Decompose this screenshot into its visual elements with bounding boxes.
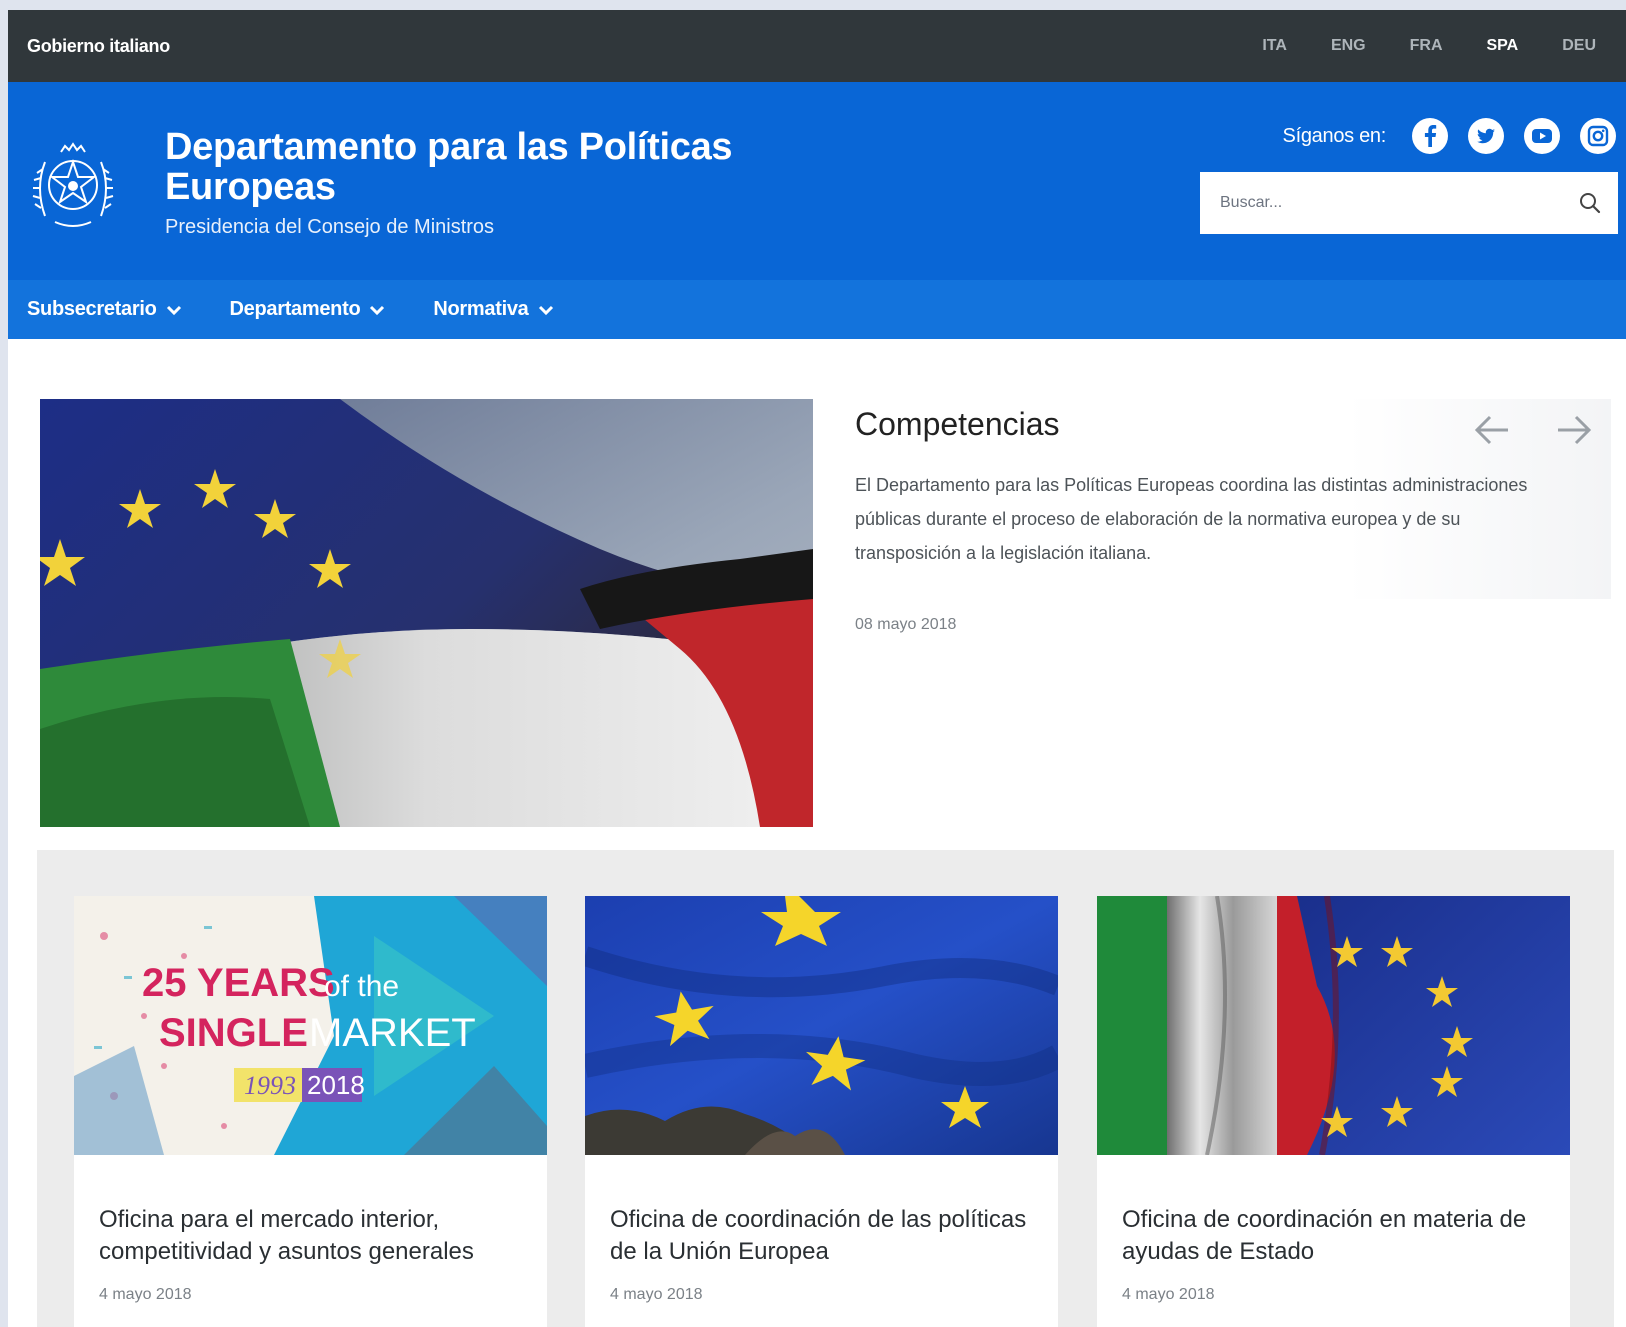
card-image-text: MARKET — [309, 1011, 476, 1055]
card-image — [1097, 896, 1570, 1155]
search-icon — [1580, 193, 1601, 214]
card-date: 4 mayo 2018 — [610, 1286, 703, 1303]
government-link[interactable]: Gobierno italiano — [27, 36, 170, 57]
site-title-line2: Europeas — [165, 166, 336, 208]
site-title-line1: Departamento para las Políticas — [165, 126, 733, 168]
hero-title[interactable]: Competencias — [855, 406, 1060, 443]
nav-subsecretario[interactable]: Subsecretario — [27, 298, 182, 321]
facebook-icon[interactable] — [1412, 118, 1448, 154]
card[interactable]: 25 YEARS of the SINGLE MARKET 1993 2018 … — [74, 896, 547, 1327]
chevron-down-icon — [166, 305, 181, 315]
card-image-text: SINGLE — [159, 1011, 308, 1055]
search-button[interactable] — [1562, 172, 1618, 234]
card-image: 25 YEARS of the SINGLE MARKET 1993 2018 — [74, 896, 547, 1155]
chevron-down-icon — [370, 305, 385, 315]
chevron-down-icon — [538, 305, 553, 315]
lang-fra[interactable]: FRA — [1410, 37, 1443, 55]
hero-date: 08 mayo 2018 — [855, 616, 957, 633]
lang-eng[interactable]: ENG — [1331, 37, 1366, 55]
site-subtitle: Presidencia del Consejo de Ministros — [165, 216, 495, 238]
card-date: 4 mayo 2018 — [1122, 1286, 1215, 1303]
card-image-text: 2018 — [307, 1070, 365, 1100]
card-title[interactable]: Oficina de coordinación de las políticas… — [610, 1204, 1040, 1268]
arrow-right-icon[interactable] — [1554, 412, 1594, 448]
hero-body: El Departamento para las Políticas Europ… — [855, 475, 1528, 563]
card[interactable]: Oficina de coordinación de las políticas… — [585, 896, 1058, 1327]
site-title[interactable]: Departamento para las Políticas Europeas — [165, 127, 765, 207]
follow-label: Síganos en: — [1282, 124, 1387, 147]
lang-deu[interactable]: DEU — [1562, 37, 1596, 55]
card-title[interactable]: Oficina de coordinación en materia de ay… — [1122, 1204, 1552, 1268]
nav-departamento[interactable]: Departamento — [230, 298, 386, 321]
card-image-text: of the — [324, 970, 399, 1003]
search-input[interactable] — [1200, 171, 1562, 235]
social-follow: Síganos en: — [1283, 118, 1626, 154]
nav-label: Departamento — [229, 298, 361, 320]
youtube-icon[interactable] — [1524, 118, 1560, 154]
nav-label: Normativa — [433, 298, 529, 320]
card-date: 4 mayo 2018 — [99, 1286, 192, 1303]
hero-image[interactable] — [40, 399, 813, 827]
nav-label: Subsecretario — [27, 298, 157, 320]
card-image-text: 1993 — [244, 1071, 296, 1100]
arrow-left-icon[interactable] — [1472, 412, 1512, 448]
lang-ita[interactable]: ITA — [1262, 37, 1287, 55]
top-bar: Gobierno italiano ITA ENG FRA SPA DEU — [8, 10, 1626, 82]
nav-normativa[interactable]: Normativa — [433, 298, 553, 321]
card[interactable]: Oficina de coordinación en materia de ay… — [1097, 896, 1570, 1327]
card-image — [585, 896, 1058, 1155]
main-nav: Subsecretario Departamento Normativa — [8, 280, 1626, 339]
instagram-icon[interactable] — [1580, 118, 1616, 154]
site-header: Departamento para las Políticas Europeas… — [8, 82, 1626, 280]
card-image-text: 25 YEARS — [142, 961, 335, 1005]
lang-spa[interactable]: SPA — [1487, 37, 1519, 55]
italian-emblem-logo[interactable] — [31, 138, 115, 232]
twitter-icon[interactable] — [1468, 118, 1504, 154]
page: Gobierno italiano ITA ENG FRA SPA DEU De… — [8, 10, 1626, 1327]
card-title[interactable]: Oficina para el mercado interior, compet… — [99, 1204, 529, 1268]
search-box — [1200, 171, 1618, 235]
language-selector: ITA ENG FRA SPA DEU — [1218, 10, 1626, 82]
